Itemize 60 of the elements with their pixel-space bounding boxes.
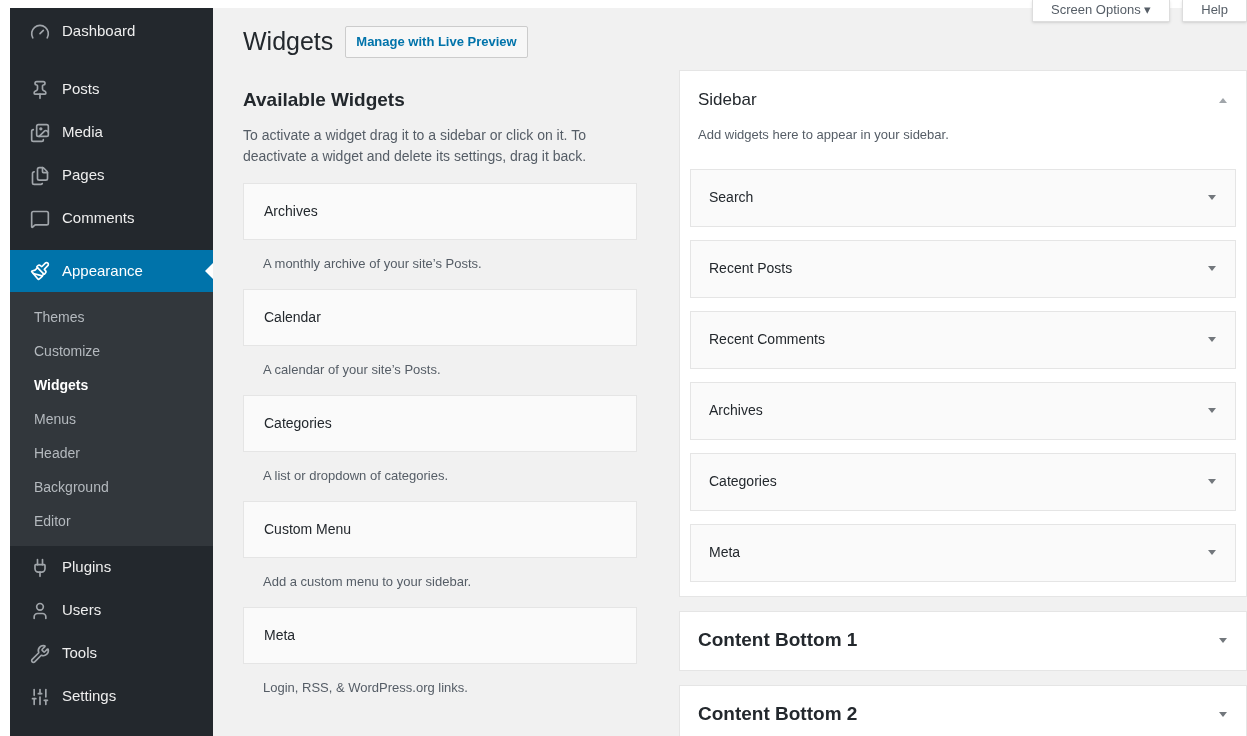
sidebar-widget[interactable]: Archives: [690, 381, 1236, 440]
settings-icon: [30, 686, 50, 707]
sidebar-menu-item[interactable]: Pages: [10, 154, 213, 197]
widget-description: Login, RSS, & WordPress.org links.: [262, 679, 469, 698]
expand-arrow-icon[interactable]: [1207, 194, 1217, 201]
sidebar-menu-item[interactable]: Comments: [10, 197, 213, 240]
wrench-icon: [30, 643, 50, 664]
submenu-item[interactable]: Editor: [10, 504, 213, 538]
expand-arrow-icon[interactable]: [1207, 407, 1217, 414]
expand-arrow-icon[interactable]: [1207, 265, 1217, 272]
live-preview-button[interactable]: Manage with Live Preview: [345, 26, 528, 58]
sidebar-menu-item[interactable]: Dashboard: [10, 10, 213, 53]
submenu-item[interactable]: Menus: [10, 402, 213, 436]
pin-icon: [30, 79, 50, 100]
media-icon: [30, 122, 50, 143]
sidebar-menu-item[interactable]: Tools: [10, 632, 213, 675]
submenu-item[interactable]: Customize: [10, 334, 213, 368]
expand-arrow-icon[interactable]: [1207, 549, 1217, 556]
widget-description: A monthly archive of your site’s Posts.: [262, 255, 483, 274]
widget-description: A list or dropdown of categories.: [262, 467, 449, 486]
widget-area-title[interactable]: Content Bottom 1: [698, 626, 858, 655]
sidebar-menu-item[interactable]: Plugins: [10, 546, 213, 589]
widget-area-description: Add widgets here to appear in your sidebar.: [697, 126, 950, 144]
widget-area-title[interactable]: Content Bottom 2: [698, 700, 858, 729]
widget-card[interactable]: Calendar: [243, 288, 637, 346]
pages-icon: [30, 165, 50, 186]
page-title: Widgets: [243, 26, 334, 58]
user-icon: [30, 600, 50, 621]
sidebar-menu-item[interactable]: Users: [10, 589, 213, 632]
section-description: To activate a widget drag it to a sidebar or click on it. To deactivate a widget and delete its settings, drag it back.: [243, 125, 588, 166]
expand-arrow-icon[interactable]: [1218, 711, 1228, 718]
sidebar-widget[interactable]: Categories: [690, 452, 1236, 511]
sidebar-widget[interactable]: Recent Posts: [690, 239, 1236, 298]
sidebar-menu-item[interactable]: Posts: [10, 68, 213, 111]
submenu-item[interactable]: Themes: [10, 300, 213, 334]
speech-bubble-icon: [30, 208, 50, 229]
submenu-item[interactable]: Header: [10, 436, 213, 470]
header-tab[interactable]: Screen Options ▾: [1032, 0, 1171, 22]
submenu-item[interactable]: Background: [10, 470, 213, 504]
expand-arrow-icon[interactable]: [1218, 637, 1228, 644]
expand-arrow-icon[interactable]: [1207, 336, 1217, 343]
header-tab[interactable]: Help: [1182, 0, 1247, 22]
widget-card[interactable]: Custom Menu: [243, 500, 637, 558]
section-heading: Available Widgets: [243, 88, 406, 112]
collapse-arrow-icon[interactable]: [1218, 96, 1228, 104]
widget-description: Add a custom menu to your sidebar.: [262, 573, 473, 592]
sidebar-menu-item[interactable]: Media: [10, 111, 213, 154]
widget-description: A calendar of your site’s Posts.: [262, 361, 442, 380]
widget-card[interactable]: Categories: [243, 394, 637, 452]
widget-card[interactable]: Meta: [243, 606, 637, 664]
submenu-item[interactable]: Widgets: [10, 368, 213, 402]
sidebar-widget[interactable]: Search: [690, 168, 1236, 227]
expand-arrow-icon[interactable]: [1207, 478, 1217, 485]
sidebar-widget[interactable]: Recent Comments: [690, 310, 1236, 369]
sidebar-menu-item[interactable]: Appearance: [10, 250, 213, 292]
widget-area-title[interactable]: Sidebar: [698, 87, 757, 113]
sidebar-menu-item[interactable]: Settings: [10, 675, 213, 718]
paintbrush-icon: [30, 261, 50, 281]
widget-card[interactable]: Archives: [243, 182, 637, 240]
sidebar-widget[interactable]: Meta: [690, 523, 1236, 582]
